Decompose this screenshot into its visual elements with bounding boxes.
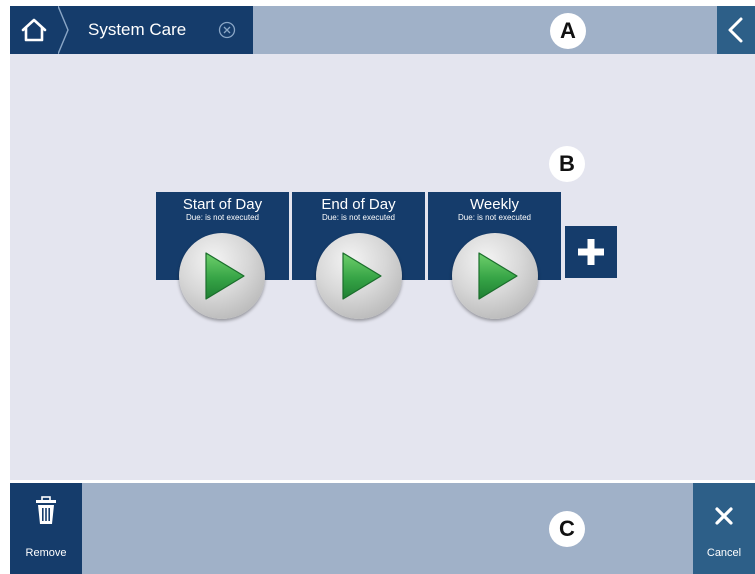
home-button[interactable] (10, 6, 58, 54)
chevron-left-icon (728, 17, 743, 43)
play-start-of-day-button[interactable] (179, 233, 265, 319)
tile-title: Weekly (470, 196, 519, 213)
play-icon (478, 252, 518, 300)
back-button[interactable] (717, 6, 755, 54)
play-weekly-button[interactable] (452, 233, 538, 319)
top-bar: System Care A (10, 6, 755, 54)
remove-button[interactable]: Remove (10, 483, 82, 574)
tile-title: End of Day (321, 196, 396, 213)
callout-c: C (549, 511, 585, 547)
tile-due-status: Due: is not executed (322, 213, 395, 222)
home-icon (21, 18, 47, 42)
close-icon (715, 507, 733, 525)
add-task-button[interactable] (565, 226, 617, 278)
breadcrumb-separator (58, 6, 69, 54)
app-frame: System Care A B Start of Day Due: is not… (10, 6, 755, 574)
breadcrumb-label: System Care (88, 20, 187, 39)
play-icon (205, 252, 245, 300)
tile-title: Start of Day (182, 196, 263, 213)
tile-due-status: Due: is not executed (458, 213, 531, 222)
callout-b: B (549, 146, 585, 182)
plus-icon (578, 239, 604, 265)
play-icon (342, 252, 382, 300)
bottom-bar: Remove C Cancel (10, 480, 755, 574)
callout-a: A (550, 13, 586, 49)
cancel-button-label: Cancel (706, 547, 742, 559)
close-circle-icon[interactable] (218, 21, 236, 39)
cancel-button[interactable]: Cancel (693, 483, 755, 574)
play-end-of-day-button[interactable] (316, 233, 402, 319)
tile-due-status: Due: is not executed (186, 213, 259, 222)
remove-button-label: Remove (25, 547, 67, 559)
trash-icon (36, 496, 56, 524)
